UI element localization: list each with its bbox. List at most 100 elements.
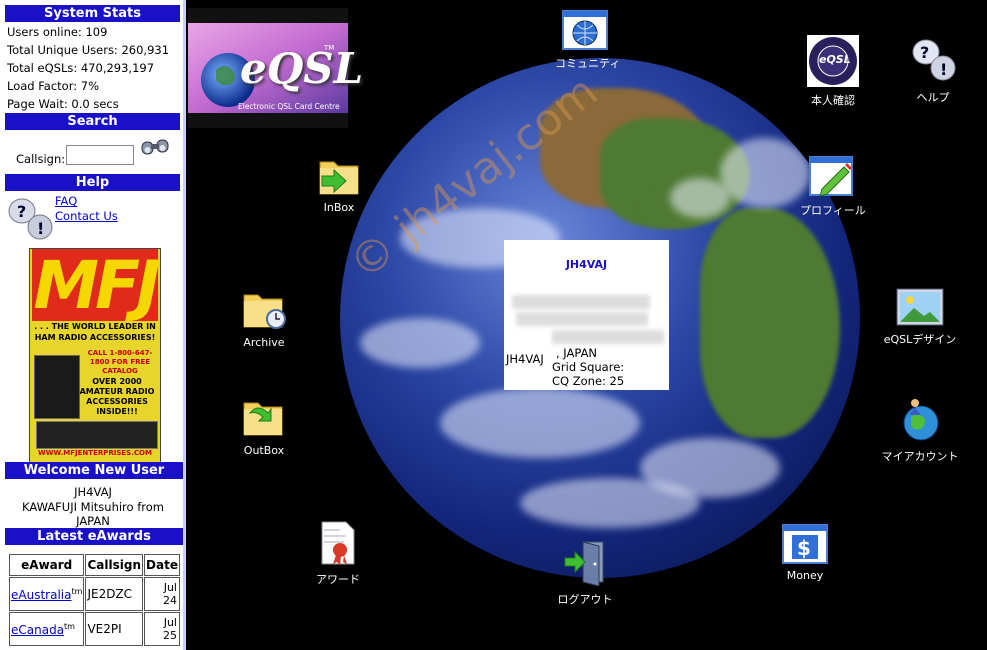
date-cell: Jul 24 — [144, 577, 180, 611]
redacted-info — [552, 330, 664, 344]
redacted-info — [512, 295, 650, 309]
profile-label: プロフィール — [800, 204, 866, 217]
popup-callsign: JH4VAJ — [565, 258, 608, 271]
popup-name-prefix: JH4VAJ — [506, 352, 544, 366]
inbox-label: InBox — [323, 201, 355, 214]
award-link[interactable]: eCanada — [11, 623, 64, 637]
svg-text:$: $ — [797, 536, 811, 560]
date-day: 25 — [163, 629, 177, 642]
stat-users-online: Users online: 109 — [7, 25, 108, 39]
search-form: Callsign: — [0, 130, 183, 174]
globe-person-icon — [903, 399, 939, 441]
archive-label: Archive — [243, 336, 285, 349]
folder-clock-icon — [243, 294, 286, 329]
money-button[interactable]: $ Money — [777, 524, 833, 582]
eqsl-logo-text: eQSL — [240, 44, 364, 93]
ad-catalog: OVER 2000 AMATEUR RADIO ACCESSORIES INSI… — [79, 377, 155, 416]
sidebar: System Stats Users online: 109 Total Uni… — [0, 0, 186, 650]
stat-page-wait: Page Wait: 0.0 secs — [7, 97, 119, 111]
date-day: 24 — [163, 594, 177, 607]
redacted-info — [516, 312, 648, 326]
meter-product-image — [36, 421, 158, 449]
landscape-picture-icon — [896, 288, 944, 326]
help-button[interactable]: ?! ヘルプ — [903, 36, 963, 105]
stat-load-factor: Load Factor: 7% — [7, 79, 100, 93]
svg-text:!: ! — [37, 219, 44, 238]
ad-phone: CALL 1-800-647-1800 FOR FREE CATALOG — [87, 349, 153, 375]
eqsl-design-label: eQSLデザイン — [883, 333, 957, 346]
award-cell: eAustraliatm — [9, 577, 85, 611]
eqsl-caption: Electronic QSL Card Centre — [238, 102, 340, 111]
date-month: Jul — [163, 616, 177, 629]
date-month: Jul — [163, 581, 177, 594]
community-label: コミュニティ — [555, 57, 621, 70]
award-tm: tm — [71, 586, 83, 596]
help-question-icon: ? ! — [6, 194, 54, 247]
callsign-cell: VE2PI — [85, 612, 144, 646]
my-account-button[interactable]: マイアカウント — [878, 395, 962, 464]
verify-badge-text: eQSL — [819, 53, 851, 66]
search-heading: Search — [5, 113, 180, 130]
my-account-label: マイアカウント — [881, 450, 959, 463]
popup-grid-square: Grid Square: — [552, 360, 625, 374]
user-info-popup: JH4VAJ JH4VAJ , JAPAN Grid Square: CQ Zo… — [504, 240, 669, 390]
dollar-window-icon: $ — [782, 524, 828, 564]
inbox-button[interactable]: InBox — [309, 154, 369, 214]
binoculars-icon[interactable] — [140, 136, 172, 161]
awards-table: eAward Callsign Date eAustraliatm JE2DZC… — [8, 553, 181, 647]
faq-link[interactable]: FAQ — [55, 194, 77, 208]
logout-label: ログアウト — [557, 593, 613, 606]
profile-button[interactable]: プロフィール — [800, 155, 866, 218]
col-date: Date — [144, 554, 180, 576]
outbox-button[interactable]: OutBox — [234, 395, 294, 457]
eqsl-design-button[interactable]: eQSLデザイン — [880, 288, 960, 347]
eqsl-banner[interactable]: eQSL TM Electronic QSL Card Centre — [188, 8, 363, 128]
community-button[interactable]: コミュニティ — [555, 10, 621, 71]
help-label: ヘルプ — [916, 91, 950, 104]
door-exit-icon — [564, 541, 604, 587]
help-section: ? ! FAQ Contact Us — [0, 191, 183, 253]
welcome-user-text: JH4VAJ KAWAFUJI Mitsuhiro from JAPAN — [0, 482, 183, 529]
award-link[interactable]: eAustralia — [11, 588, 71, 602]
certificate-ribbon-icon — [321, 521, 355, 565]
popup-country: , JAPAN — [556, 346, 598, 360]
welcome-heading: Welcome New User — [5, 462, 183, 479]
system-stats-list: Users online: 109 Total Unique Users: 26… — [0, 22, 183, 113]
welcome-callsign: JH4VAJ — [74, 485, 112, 499]
col-callsign: Callsign — [85, 554, 144, 576]
verify-identity-button[interactable]: eQSL 本人確認 — [803, 35, 863, 108]
mfj-advertisement[interactable]: MFJ . . . THE WORLD LEADER IN HAM RADIO … — [29, 248, 161, 466]
stat-unique-users: Total Unique Users: 260,931 — [7, 43, 170, 57]
svg-text:?: ? — [17, 202, 26, 221]
outbox-label: OutBox — [243, 444, 285, 457]
globe-window-icon — [562, 10, 608, 50]
popup-cq-zone: CQ Zone: 25 — [552, 374, 625, 388]
callsign-search-input[interactable] — [66, 145, 134, 165]
col-eaward: eAward — [9, 554, 85, 576]
help-heading: Help — [5, 174, 180, 191]
notepad-pencil-icon — [809, 156, 853, 197]
money-label: Money — [786, 569, 824, 582]
award-button[interactable]: アワード — [308, 520, 368, 587]
awards-heading: Latest eAwards — [5, 528, 183, 545]
contact-us-link[interactable]: Contact Us — [55, 209, 118, 223]
logout-button[interactable]: ログアウト — [555, 538, 615, 607]
table-row: eAustraliatm JE2DZC Jul 24 — [9, 577, 180, 611]
mfj-logo: MFJ — [32, 248, 160, 324]
award-cell: eCanadatm — [9, 612, 85, 646]
system-stats-heading: System Stats — [5, 5, 180, 22]
svg-text:!: ! — [940, 60, 947, 79]
eqsl-tm: TM — [324, 44, 335, 52]
award-label: アワード — [316, 573, 360, 586]
folder-arrow-out-icon — [243, 402, 283, 436]
ad-url: WWW.MFJENTERPRISES.COM — [38, 449, 152, 457]
archive-button[interactable]: Archive — [234, 287, 294, 349]
welcome-name: KAWAFUJI Mitsuhiro from — [22, 499, 164, 514]
verify-label: 本人確認 — [811, 94, 855, 107]
stat-total-eqsls: Total eQSLs: 470,293,197 — [7, 61, 155, 75]
callsign-label: Callsign: — [16, 152, 66, 166]
award-tm: tm — [64, 621, 75, 631]
ad-tagline: . . . THE WORLD LEADER IN HAM RADIO ACCE… — [34, 322, 156, 342]
date-cell: Jul 25 — [144, 612, 180, 646]
callsign-cell: JE2DZC — [85, 577, 144, 611]
